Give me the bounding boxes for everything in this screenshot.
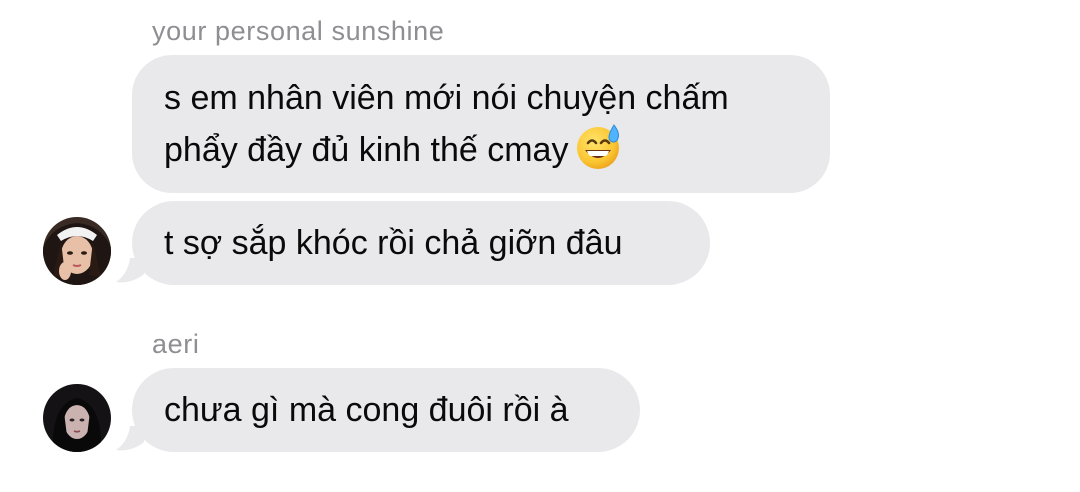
message-text-1: s em nhân viên mới nói chuyện chấm phẩy … (164, 79, 729, 169)
message-text-2: t sợ sắp khóc rồi chả giỡn đâu (164, 224, 623, 262)
avatar-aeri[interactable] (43, 384, 111, 452)
grinning-face-with-sweat-icon (577, 124, 620, 169)
sender-name-aeri: aeri (152, 329, 200, 359)
avatar-your-personal-sunshine[interactable] (43, 217, 111, 285)
message-bubble-2[interactable]: t sợ sắp khóc rồi chả giỡn đâu (132, 201, 710, 285)
message-bubble-3[interactable]: chưa gì mà cong đuôi rồi à (132, 368, 640, 452)
message-bubble-1[interactable]: s em nhân viên mới nói chuyện chấm phẩy … (132, 55, 830, 193)
message-text-3: chưa gì mà cong đuôi rồi à (164, 391, 569, 429)
avatar-image (43, 217, 111, 285)
sender-name-your-personal-sunshine: your personal sunshine (152, 16, 445, 46)
avatar-image (43, 384, 111, 452)
